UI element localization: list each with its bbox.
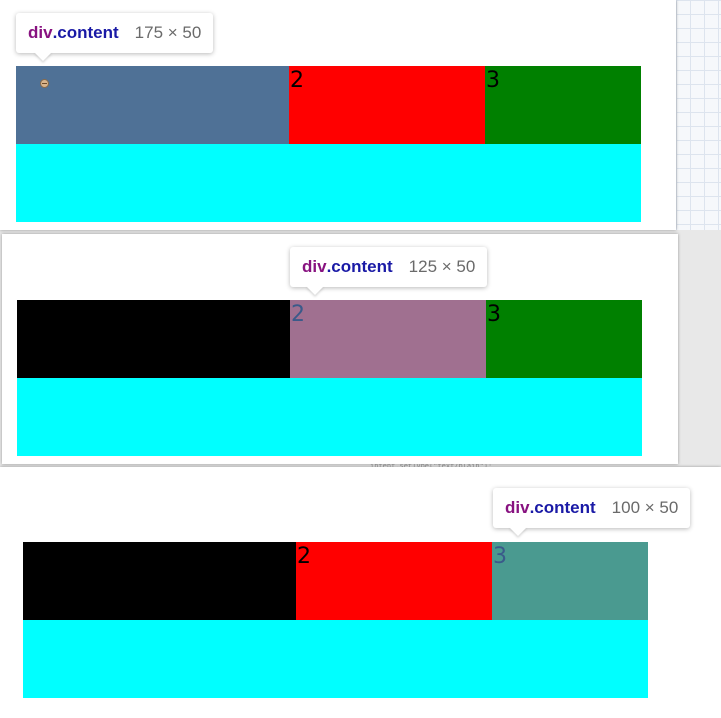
tooltip-tag-name: div	[28, 23, 53, 42]
flex-item-2[interactable]: 2	[290, 300, 486, 378]
flex-item-3[interactable]: 3	[486, 300, 642, 378]
tooltip-arrow	[34, 52, 52, 61]
cursor-icon	[40, 79, 49, 88]
cyan-footer-block	[17, 378, 642, 456]
cyan-footer-block	[16, 144, 641, 222]
flex-item-1[interactable]	[23, 542, 296, 620]
flex-item-label: 3	[486, 68, 500, 93]
flex-item-2[interactable]: 2	[296, 542, 492, 620]
cyan-footer-block	[23, 620, 648, 698]
flex-item-3[interactable]: 3	[492, 542, 648, 620]
element-inspect-tooltip: div .content 175 × 50	[16, 13, 214, 61]
tooltip-class-name: .content	[52, 23, 119, 42]
tooltip-dimensions: 175 × 50	[134, 23, 202, 42]
tooltip-dimensions: 125 × 50	[408, 257, 476, 276]
background-grid	[676, 0, 721, 230]
flex-row: 2 3	[16, 66, 641, 144]
inspect-panel-1: 2 3 div .content 175 × 50	[0, 0, 676, 230]
devtools-inspect-screenshots: intent.setType("text/plain"); 2 3 div .co…	[0, 0, 721, 718]
tooltip-class-name: .content	[326, 257, 393, 276]
inspect-panel-2: 2 3 div .content 125 × 50	[2, 234, 678, 464]
flex-item-1[interactable]	[16, 66, 289, 144]
flex-item-label: 2	[297, 544, 311, 569]
flex-item-label: 3	[493, 544, 507, 569]
tooltip-arrow	[306, 286, 324, 295]
tooltip-tag-name: div	[302, 257, 327, 276]
element-inspect-tooltip: div .content 100 × 50	[493, 488, 691, 536]
flex-item-3[interactable]: 3	[485, 66, 641, 144]
flex-item-2[interactable]: 2	[289, 66, 485, 144]
flex-item-label: 2	[290, 68, 304, 93]
tooltip-arrow	[509, 527, 527, 536]
tooltip-class-name: .content	[529, 498, 596, 517]
flex-item-label: 3	[487, 302, 501, 327]
inspect-panel-3: 2 3 div .content 100 × 50	[0, 467, 721, 718]
flex-row: 2 3	[17, 300, 642, 378]
flex-item-1[interactable]	[17, 300, 290, 378]
flex-item-label: 2	[291, 302, 305, 327]
tooltip-tag-name: div	[505, 498, 530, 517]
tooltip-dimensions: 100 × 50	[611, 498, 679, 517]
flex-row: 2 3	[23, 542, 648, 620]
element-inspect-tooltip: div .content 125 × 50	[290, 247, 488, 295]
